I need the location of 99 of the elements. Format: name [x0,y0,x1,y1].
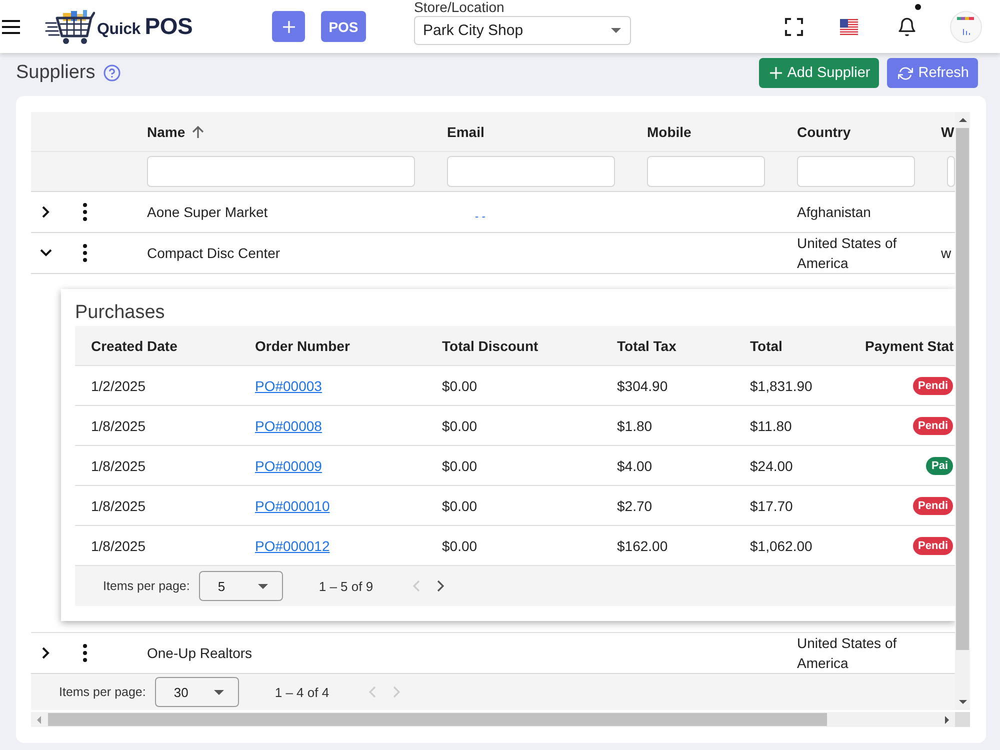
supplier-name: Aone Super Market [147,203,268,222]
caret-down-icon [258,584,268,588]
arrow-left-icon[interactable] [37,716,41,724]
column-header[interactable]: Mobile [647,124,692,140]
items-per-page-label: Items per page: [59,685,146,699]
created-date: 1/8/2025 [91,498,146,514]
page-size-select[interactable]: 30 [154,677,239,707]
refresh-icon [898,66,914,80]
order-number-link[interactable]: PO#000010 [255,498,330,514]
avatar-icon[interactable] [950,10,982,42]
items-per-page-label: Items per page: [103,579,190,593]
total-amount: $1,831.90 [750,378,812,394]
chevron-down-icon[interactable] [40,249,52,257]
page-title: Suppliers [16,62,96,84]
fullscreen-icon[interactable] [785,18,803,36]
country-name: United States of America [797,234,898,273]
email-link[interactable]: - - [475,207,486,227]
caret-down-icon [214,690,224,694]
page-size-select[interactable]: 5 [198,571,283,601]
discount-amount: $0.00 [442,458,478,474]
created-date: 1/8/2025 [91,458,146,474]
arrow-down-icon[interactable] [958,700,966,704]
horizontal-scrollbar[interactable] [31,712,955,727]
created-date: 1/8/2025 [91,418,146,434]
filter-input[interactable] [947,156,955,187]
filter-input[interactable] [797,156,915,187]
total-amount: $24.00 [750,458,793,474]
column-header[interactable]: Total [750,338,782,354]
tax-amount: $304.90 [617,378,668,394]
refresh-button[interactable]: Refresh [887,58,978,88]
logo-text: Quick POS [97,13,194,40]
filter-input[interactable] [447,156,615,187]
order-number-link[interactable]: PO#00003 [255,378,322,394]
scrollbar-corner [955,712,970,727]
status-badge: Pendi [913,536,953,554]
order-number-link[interactable]: PO#00009 [255,458,322,474]
total-amount: $11.80 [750,418,792,434]
add-supplier-button[interactable]: Add Supplier [759,58,880,88]
column-header[interactable]: Email [447,124,484,140]
help-icon[interactable] [103,64,122,82]
kebab-menu-icon[interactable] [83,644,87,662]
kebab-menu-icon[interactable] [83,203,87,221]
total-amount: $17.70 [750,498,793,514]
chevron-right-icon[interactable] [42,206,50,218]
country-name: United States of America [797,634,898,673]
column-header[interactable]: W [941,124,954,140]
scrollbar-thumb[interactable] [48,713,827,726]
table-cell-text: w [941,244,952,263]
page-range: 1 – 5 of 9 [318,578,374,594]
panel-title: Purchases [75,302,165,323]
tax-amount: $4.00 [617,458,652,474]
status-badge: Pendi [913,376,953,394]
vertical-scrollbar[interactable] [955,112,970,710]
created-date: 1/2/2025 [91,378,146,394]
arrow-up-icon[interactable] [958,118,966,122]
tax-amount: $1.80 [617,418,652,434]
scrollbar-thumb[interactable] [956,128,969,650]
filter-input[interactable] [147,156,415,187]
column-header[interactable]: Total Discount [442,338,538,354]
store-label: Store/Location [414,0,506,15]
column-header[interactable]: Total Tax [617,338,676,354]
tax-amount: $162.00 [617,538,668,554]
arrow-up-icon[interactable] [191,124,206,138]
discount-amount: $0.00 [442,498,478,514]
caret-down-icon [611,28,621,33]
column-header[interactable]: Payment Stat [865,338,954,354]
discount-amount: $0.00 [442,538,478,554]
order-number-link[interactable]: PO#000012 [255,538,330,554]
store-select[interactable]: Park City Shop [414,16,631,45]
supplier-name: One-Up Realtors [147,644,252,663]
total-amount: $1,062.00 [750,538,812,554]
flag-icon[interactable] [840,18,858,34]
plus-icon [282,20,294,32]
status-badge: Pendi [913,496,953,514]
filter-input[interactable] [647,156,765,187]
order-number-link[interactable]: PO#00008 [255,418,322,434]
cart-logo-icon [45,8,95,44]
page-range: 1 – 4 of 4 [274,684,330,700]
column-header[interactable]: Country [797,124,851,140]
discount-amount: $0.00 [442,378,478,394]
column-header[interactable]: Name [147,124,186,140]
column-header[interactable]: Order Number [255,338,350,354]
discount-amount: $0.00 [442,418,478,434]
supplier-name: Compact Disc Center [147,244,280,263]
kebab-menu-icon[interactable] [83,244,87,262]
tax-amount: $2.70 [617,498,652,514]
status-badge: Pai [926,456,953,474]
arrow-right-icon[interactable] [945,716,949,724]
column-header[interactable]: Created Date [91,338,178,354]
pos-button[interactable]: POS [321,11,366,42]
country-name: Afghanistan [797,203,871,222]
chevron-right-icon[interactable] [437,580,444,592]
plus-icon [770,67,782,79]
menu-icon[interactable] [2,20,20,34]
add-button[interactable] [272,11,305,42]
status-badge: Pendi [913,416,953,434]
chevron-right-icon[interactable] [42,647,50,659]
bell-icon[interactable] [897,16,917,36]
created-date: 1/8/2025 [91,538,146,554]
